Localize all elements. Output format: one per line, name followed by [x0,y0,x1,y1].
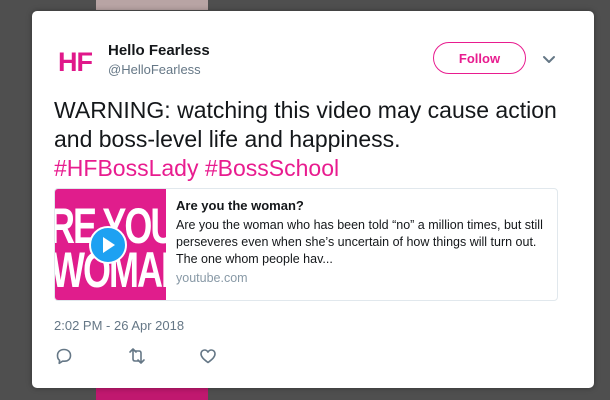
tweet-body: WARNING: watching this video may cause a… [54,97,557,152]
preview-title: Are you the woman? [176,198,304,213]
tweet-card: HF Hello Fearless @HelloFearless Follow … [32,11,594,388]
video-thumbnail[interactable]: RE YOU THE WOMAN [55,189,166,300]
play-icon[interactable] [89,226,127,264]
hashtag-bossschool[interactable]: #BossSchool [205,155,339,181]
tweet-timestamp[interactable]: 2:02 PM - 26 Apr 2018 [54,318,184,333]
avatar[interactable]: HF [54,41,96,83]
preview-domain: youtube.com [176,271,248,285]
hashtag-hfbosslady[interactable]: #HFBossLady [54,155,198,181]
author-name[interactable]: Hello Fearless [108,42,210,59]
author-handle[interactable]: @HelloFearless [108,62,201,77]
like-icon[interactable] [197,345,219,367]
tweet-text: WARNING: watching this video may cause a… [54,96,574,183]
retweet-icon[interactable] [126,345,148,367]
follow-button[interactable]: Follow [433,42,526,74]
reply-icon[interactable] [53,345,75,367]
background-image-bottom [96,388,208,400]
chevron-down-icon[interactable] [540,52,558,66]
preview-description: Are you the woman who has been told “no”… [176,218,543,266]
link-preview-card[interactable]: RE YOU THE WOMAN Are you the woman? Are … [54,188,558,301]
background-image-top [96,0,208,10]
